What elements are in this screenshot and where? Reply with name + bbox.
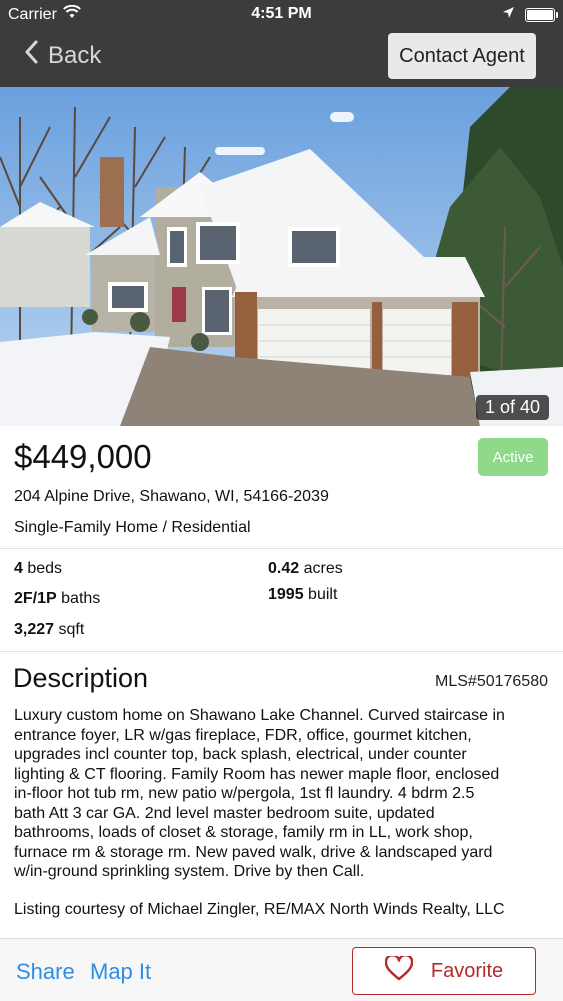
spec-sqft: 3,227 sqft xyxy=(14,621,84,639)
map-it-button[interactable]: Map It xyxy=(90,959,151,985)
description-line: in-floor hot tub rm, new patio w/pergola… xyxy=(14,785,475,802)
nav-bar: Back Contact Agent xyxy=(0,30,563,87)
mls-number: MLS#50176580 xyxy=(435,673,548,690)
spec-baths: 2F/1P baths xyxy=(14,590,100,608)
description-line: furnace rm & storage rm. New paved walk,… xyxy=(14,843,493,861)
chevron-left-icon xyxy=(24,40,38,71)
share-button[interactable]: Share xyxy=(16,959,75,985)
description-line: bath Att 3 car GA. 2nd level master bedr… xyxy=(14,804,435,822)
photo-counter: 1 of 40 xyxy=(475,395,549,420)
acres-label: acres xyxy=(303,560,343,577)
status-badge: Active xyxy=(478,438,548,476)
status-bar: Carrier 4:51 PM xyxy=(0,0,563,30)
description-text: Luxury custom home on Shawano Lake Chann… xyxy=(14,706,549,882)
status-time: 4:51 PM xyxy=(251,5,312,22)
description-title: Description xyxy=(13,663,149,693)
back-button[interactable]: Back xyxy=(24,40,101,71)
baths-label: baths xyxy=(61,590,101,607)
spec-built: 1995 built xyxy=(268,586,337,604)
favorite-button[interactable]: Favorite xyxy=(352,947,536,995)
baths-value: 2F/1P xyxy=(14,590,57,607)
listing-price: $449,000 xyxy=(14,438,152,475)
description-line: Luxury custom home on Shawano Lake Chann… xyxy=(14,707,505,724)
location-arrow-icon xyxy=(502,6,515,24)
acres-value: 0.42 xyxy=(268,560,300,577)
battery-icon xyxy=(525,8,558,22)
listing-address: 204 Alpine Drive, Shawano, WI, 54166-203… xyxy=(14,488,329,505)
sqft-label: sqft xyxy=(58,621,85,638)
heart-icon xyxy=(384,953,414,987)
house-photo-image xyxy=(0,87,563,426)
built-label: built xyxy=(308,586,338,603)
spec-beds: 4 beds xyxy=(14,560,62,578)
property-type: Single-Family Home / Residential xyxy=(14,519,251,536)
listing-photo[interactable]: 1 of 40 xyxy=(0,87,563,426)
contact-agent-button[interactable]: Contact Agent xyxy=(388,33,536,79)
divider xyxy=(0,548,563,549)
back-label: Back xyxy=(48,41,102,69)
description-line: upgrades incl counter top, back splash, … xyxy=(14,746,467,763)
beds-value: 4 xyxy=(14,560,23,577)
status-right xyxy=(502,6,558,24)
description-line: w/in-ground sprinkling system. Drive by … xyxy=(14,863,365,880)
description-line: entrance foyer, LR w/gas fireplace, FDR,… xyxy=(14,726,472,744)
listing-courtesy: Listing courtesy of Michael Zingler, RE/… xyxy=(14,901,505,918)
spec-acres: 0.42 acres xyxy=(268,560,343,578)
divider xyxy=(0,651,563,652)
description-line: bathrooms, loads of closet & storage, fa… xyxy=(14,824,473,841)
description-line: lighting & CT flooring. Family Room has … xyxy=(14,765,500,783)
beds-label: beds xyxy=(27,560,63,577)
sqft-value: 3,227 xyxy=(14,621,55,638)
built-value: 1995 xyxy=(268,586,304,603)
favorite-label: Favorite xyxy=(430,959,504,982)
bottom-toolbar: Share Map It Favorite xyxy=(0,938,563,1001)
